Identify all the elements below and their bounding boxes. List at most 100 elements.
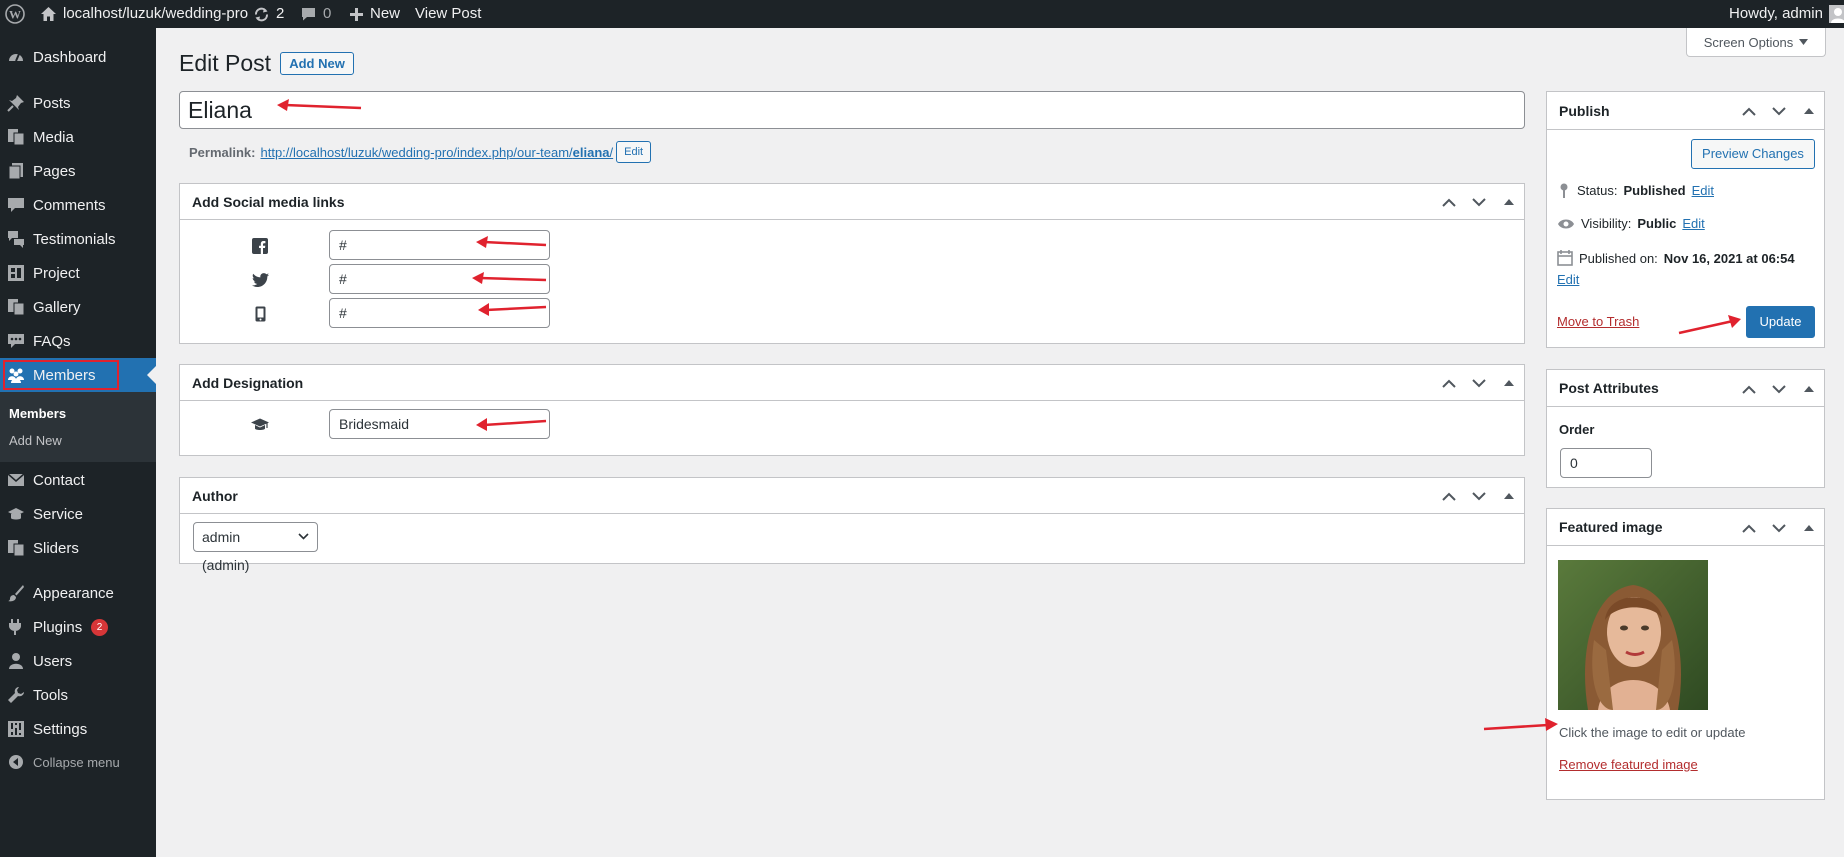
menu-plugins[interactable]: Plugins 2 [0, 610, 156, 644]
pin-icon [6, 93, 26, 113]
move-up-icon[interactable] [1734, 381, 1764, 397]
gallery-icon [6, 297, 26, 317]
remove-featured-image-link[interactable]: Remove featured image [1559, 757, 1698, 772]
box-controls [1434, 375, 1524, 391]
new-content-link[interactable]: New [349, 0, 400, 28]
screen-options-toggle[interactable]: Screen Options [1686, 28, 1826, 57]
menu-contact[interactable]: Contact [0, 463, 156, 497]
facebook-url-input[interactable]: # [329, 230, 550, 260]
move-up-icon[interactable] [1734, 103, 1764, 119]
updates-icon [255, 7, 268, 21]
move-up-icon[interactable] [1434, 488, 1464, 504]
update-button[interactable]: Update [1746, 306, 1815, 338]
updates-count: 2 [276, 5, 285, 22]
members-icon [6, 365, 26, 385]
menu-service[interactable]: Service [0, 497, 156, 531]
move-down-icon[interactable] [1764, 103, 1794, 119]
media-icon [6, 127, 26, 147]
permalink-link[interactable]: http://localhost/luzuk/wedding-pro/index… [260, 145, 613, 160]
move-down-icon[interactable] [1764, 381, 1794, 397]
updates-link[interactable]: 2 [253, 0, 284, 28]
edit-slug-button[interactable]: Edit [616, 141, 652, 163]
move-up-icon[interactable] [1434, 194, 1464, 210]
author-header: Author [180, 478, 1524, 514]
publish-box: Publish Preview Changes Status: Publishe… [1546, 91, 1825, 348]
toggle-panel-icon[interactable] [1794, 381, 1824, 397]
menu-project[interactable]: Project [0, 256, 156, 290]
designation-box: Add Designation Bridesmaid [179, 364, 1525, 456]
twitter-url-input[interactable]: # [329, 264, 550, 294]
edit-visibility-link[interactable]: Edit [1682, 216, 1704, 231]
view-post-link[interactable]: View Post [415, 0, 481, 28]
my-account-link[interactable]: Howdy, admin [1729, 0, 1844, 28]
menu-comments[interactable]: Comments [0, 188, 156, 222]
author-select[interactable]: admin (admin) [193, 522, 318, 573]
order-input[interactable]: 0 [1560, 448, 1652, 478]
toggle-panel-icon[interactable] [1494, 194, 1524, 210]
menu-settings[interactable]: Settings [0, 712, 156, 746]
move-down-icon[interactable] [1464, 194, 1494, 210]
toggle-panel-icon[interactable] [1794, 103, 1824, 119]
post-attributes-box: Post Attributes Order 0 [1546, 369, 1825, 488]
menu-media[interactable]: Media [0, 120, 156, 154]
facebook-icon [251, 237, 269, 255]
permalink-row: Permalink: http://localhost/luzuk/weddin… [189, 141, 652, 163]
admin-bar: W localhost/luzuk/wedding-pro 2 0 New Vi… [0, 0, 1844, 28]
admin-menu: Dashboard Posts Media Pages Comments Tes… [0, 28, 156, 857]
wrench-icon [6, 685, 26, 705]
menu-testimonials[interactable]: Testimonials [0, 222, 156, 256]
collapse-icon [6, 752, 26, 772]
move-up-icon[interactable] [1734, 520, 1764, 536]
move-down-icon[interactable] [1764, 520, 1794, 536]
status-row: Status: Published Edit [1557, 182, 1714, 198]
menu-collapse[interactable]: Collapse menu [0, 745, 156, 779]
menu-sliders[interactable]: Sliders [0, 531, 156, 565]
social-links-header: Add Social media links [180, 184, 1524, 220]
author-box: Author admin (admin) [179, 477, 1525, 573]
brush-icon [6, 583, 26, 603]
avatar [1828, 5, 1844, 23]
screen-options-label: Screen Options [1703, 34, 1794, 50]
move-to-trash-link[interactable]: Move to Trash [1557, 314, 1639, 329]
box-controls [1734, 381, 1824, 397]
move-down-icon[interactable] [1464, 375, 1494, 391]
toggle-panel-icon[interactable] [1494, 375, 1524, 391]
move-up-icon[interactable] [1434, 375, 1464, 391]
eye-icon [1558, 219, 1574, 228]
wordpress-logo-icon[interactable]: W [5, 0, 25, 28]
site-name-link[interactable]: localhost/luzuk/wedding-pro [40, 0, 248, 28]
box-controls [1734, 520, 1824, 536]
preview-changes-button[interactable]: Preview Changes [1691, 139, 1815, 169]
members-submenu: Members Add New [0, 392, 156, 462]
edit-status-link[interactable]: Edit [1692, 183, 1714, 198]
order-label: Order [1559, 422, 1595, 437]
submenu-add-new[interactable]: Add New [9, 433, 62, 448]
comment-icon [302, 8, 315, 21]
toggle-panel-icon[interactable] [1794, 520, 1824, 536]
menu-gallery[interactable]: Gallery [0, 290, 156, 324]
post-title-input[interactable]: Eliana [179, 91, 1525, 129]
designation-input[interactable]: Bridesmaid [329, 409, 550, 439]
phone-icon [251, 305, 269, 323]
submenu-members[interactable]: Members [9, 406, 66, 421]
dashboard-icon [6, 47, 26, 67]
toggle-panel-icon[interactable] [1494, 488, 1524, 504]
menu-posts[interactable]: Posts [0, 86, 156, 120]
edit-date-link[interactable]: Edit [1557, 272, 1579, 287]
menu-appearance[interactable]: Appearance [0, 576, 156, 610]
comments-link[interactable]: 0 [300, 0, 331, 28]
phone-input[interactable]: # [329, 298, 550, 328]
published-on-row: Published on: Nov 16, 2021 at 06:54 [1557, 250, 1795, 266]
featured-image-thumbnail[interactable] [1558, 560, 1708, 710]
service-icon [6, 504, 26, 524]
menu-users[interactable]: Users [0, 644, 156, 678]
plus-icon [350, 7, 363, 21]
menu-pages[interactable]: Pages [0, 154, 156, 188]
menu-dashboard[interactable]: Dashboard [0, 40, 156, 74]
menu-tools[interactable]: Tools [0, 678, 156, 712]
menu-members[interactable]: Members [0, 358, 156, 392]
add-new-button[interactable]: Add New [280, 52, 354, 75]
mail-icon [6, 470, 26, 490]
move-down-icon[interactable] [1464, 488, 1494, 504]
menu-faqs[interactable]: FAQs [0, 324, 156, 358]
